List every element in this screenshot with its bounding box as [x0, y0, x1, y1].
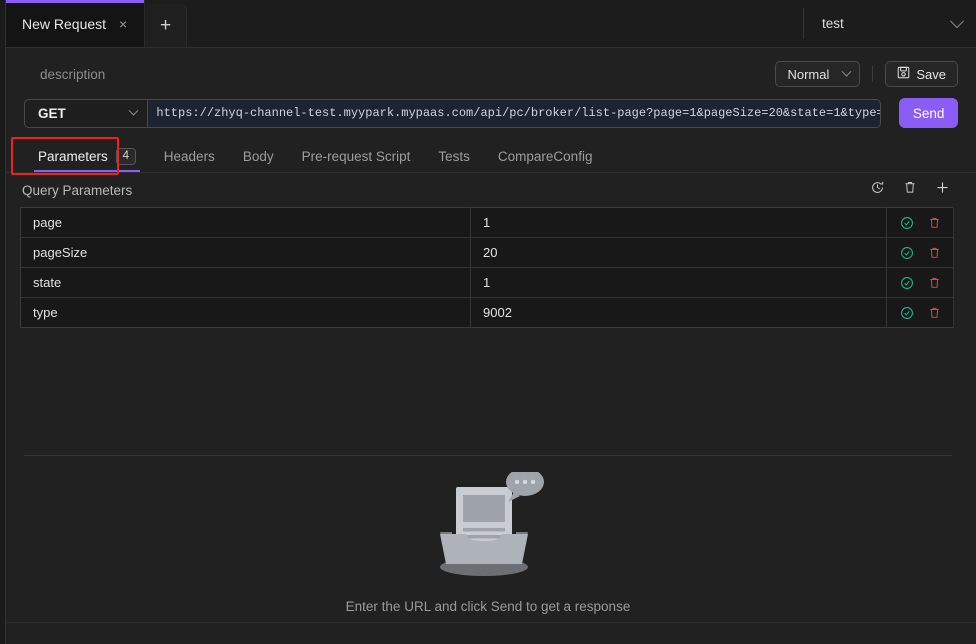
- environment-selector[interactable]: test: [804, 0, 976, 47]
- description-input[interactable]: description: [24, 67, 105, 82]
- environment-selector-value: test: [822, 16, 844, 31]
- save-button-label: Save: [916, 66, 946, 82]
- request-tab-new-request[interactable]: New Request ×: [6, 0, 146, 47]
- tab-compare-config[interactable]: CompareConfig: [484, 140, 607, 172]
- param-value-cell[interactable]: 1: [470, 207, 887, 238]
- chevron-down-icon: [841, 66, 852, 77]
- trash-icon[interactable]: [903, 180, 917, 200]
- param-value-cell[interactable]: 1: [470, 267, 887, 298]
- status-strip: [6, 622, 976, 644]
- tab-parameters[interactable]: Parameters 4: [24, 140, 150, 172]
- query-parameters-title: Query Parameters: [22, 182, 133, 198]
- param-value-cell[interactable]: 9002: [470, 297, 887, 328]
- chevron-down-icon: [128, 105, 139, 116]
- left-rail: [0, 0, 6, 644]
- param-actions-cell: [886, 237, 954, 268]
- floppy-disk-icon: [897, 66, 910, 82]
- param-actions-cell: [886, 207, 954, 238]
- query-parameters-table: page 1 pageSize 20 state 1 type 9002: [20, 207, 954, 328]
- http-method-selector[interactable]: GET: [24, 98, 149, 128]
- parameters-count-badge: 4: [115, 147, 136, 165]
- tab-pre-request-script-label: Pre-request Script: [301, 148, 411, 164]
- tab-pre-request-script[interactable]: Pre-request Script: [288, 140, 425, 172]
- table-row[interactable]: pageSize 20: [20, 237, 954, 268]
- send-button[interactable]: Send: [899, 98, 958, 128]
- query-parameters-actions: [870, 180, 950, 200]
- plus-icon[interactable]: [935, 180, 950, 200]
- mode-selector[interactable]: Normal: [775, 61, 861, 87]
- trash-icon[interactable]: [928, 276, 941, 290]
- close-icon[interactable]: ×: [116, 17, 130, 31]
- table-row[interactable]: state 1: [20, 267, 954, 298]
- table-row[interactable]: type 9002: [20, 297, 954, 328]
- trash-icon[interactable]: [928, 216, 941, 230]
- save-button[interactable]: Save: [885, 61, 958, 87]
- param-key-cell[interactable]: type: [20, 297, 471, 328]
- mode-selector-value: Normal: [787, 66, 830, 82]
- query-parameters-header: Query Parameters: [20, 173, 954, 207]
- trash-icon[interactable]: [928, 306, 941, 320]
- check-circle-icon[interactable]: [900, 246, 914, 260]
- tab-body[interactable]: Body: [229, 140, 288, 172]
- param-value-cell[interactable]: 20: [470, 237, 887, 268]
- tab-headers[interactable]: Headers: [150, 140, 229, 172]
- request-header-actions: Normal Save: [775, 61, 958, 87]
- request-header: description Normal Save: [0, 48, 976, 88]
- document-in-tray-with-speech-bubble-icon: [432, 468, 544, 583]
- url-row: GET https://zhyq-channel-test.myypark.my…: [0, 88, 976, 128]
- check-circle-icon[interactable]: [900, 276, 914, 290]
- tab-bar-spacer: [187, 0, 803, 47]
- tab-compare-config-label: CompareConfig: [497, 148, 593, 164]
- tab-tests[interactable]: Tests: [424, 140, 484, 172]
- request-tab-label: New Request: [22, 15, 107, 32]
- param-key-cell[interactable]: pageSize: [20, 237, 471, 268]
- request-section-tabs: Parameters 4 Headers Body Pre-request Sc…: [0, 137, 976, 175]
- add-tab-button[interactable]: +: [145, 4, 188, 47]
- tab-bar: New Request × + test: [0, 0, 976, 48]
- history-icon[interactable]: [870, 180, 885, 200]
- tab-headers-label: Headers: [163, 148, 215, 164]
- response-empty-state: Enter the URL and click Send to get a re…: [0, 456, 976, 644]
- chevron-down-icon: [949, 13, 965, 28]
- param-actions-cell: [886, 267, 954, 298]
- tab-tests-label: Tests: [438, 148, 470, 164]
- http-method-value: GET: [38, 105, 66, 121]
- url-input[interactable]: https://zhyq-channel-test.myypark.mypaas…: [148, 98, 882, 128]
- tab-parameters-label: Parameters: [38, 148, 108, 164]
- trash-icon[interactable]: [928, 246, 941, 260]
- check-circle-icon[interactable]: [900, 216, 914, 230]
- table-row[interactable]: page 1: [20, 207, 954, 238]
- tab-body-label: Body: [242, 148, 274, 164]
- app-window: New Request × + test description Normal: [0, 0, 976, 644]
- query-parameters-section: Query Parameters page 1 pageSize 20 stat…: [0, 173, 976, 328]
- header-separator: [872, 66, 874, 82]
- response-empty-text: Enter the URL and click Send to get a re…: [345, 599, 631, 614]
- check-circle-icon[interactable]: [900, 306, 914, 320]
- param-key-cell[interactable]: state: [20, 267, 471, 298]
- param-actions-cell: [886, 297, 954, 328]
- description-row: description Normal Save: [24, 60, 958, 88]
- param-key-cell[interactable]: page: [20, 207, 471, 238]
